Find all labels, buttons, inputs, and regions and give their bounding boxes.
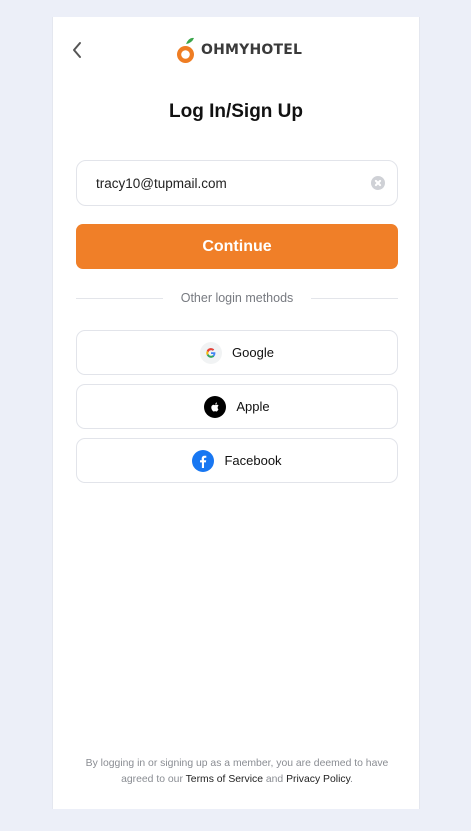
login-card: OHMYHOTEL Log In/Sign Up Continue Other … (52, 17, 420, 809)
terms-notice: By logging in or signing up as a member,… (83, 756, 391, 788)
google-icon (200, 341, 223, 364)
google-label: Google (232, 345, 274, 360)
clear-icon[interactable] (371, 176, 385, 190)
continue-button[interactable]: Continue (76, 224, 398, 269)
privacy-policy-link[interactable]: Privacy Policy (286, 774, 350, 785)
apple-icon (204, 395, 227, 418)
chevron-left-icon (73, 42, 81, 58)
email-field[interactable] (96, 175, 371, 191)
terms-suffix: . (350, 774, 353, 785)
logo-text: OHMYHOTEL (201, 42, 303, 58)
divider-line-left (76, 297, 163, 299)
terms-of-service-link[interactable]: Terms of Service (186, 774, 263, 785)
apple-label: Apple (236, 399, 270, 414)
page-title: Log In/Sign Up (168, 101, 304, 122)
facebook-login-button[interactable]: Facebook (76, 438, 398, 483)
divider-label: Other login methods (180, 291, 294, 305)
login-methods-divider: Other login methods (76, 291, 398, 305)
logo: OHMYHOTEL (175, 34, 302, 66)
apple-login-button[interactable]: Apple (76, 384, 398, 429)
facebook-icon (192, 449, 215, 472)
divider-line-right (311, 297, 398, 299)
back-button[interactable] (67, 39, 89, 61)
google-login-button[interactable]: Google (76, 330, 398, 375)
facebook-label: Facebook (224, 453, 282, 468)
orange-logo-icon (177, 37, 194, 63)
email-field-container (76, 160, 398, 206)
terms-and: and (265, 774, 284, 785)
